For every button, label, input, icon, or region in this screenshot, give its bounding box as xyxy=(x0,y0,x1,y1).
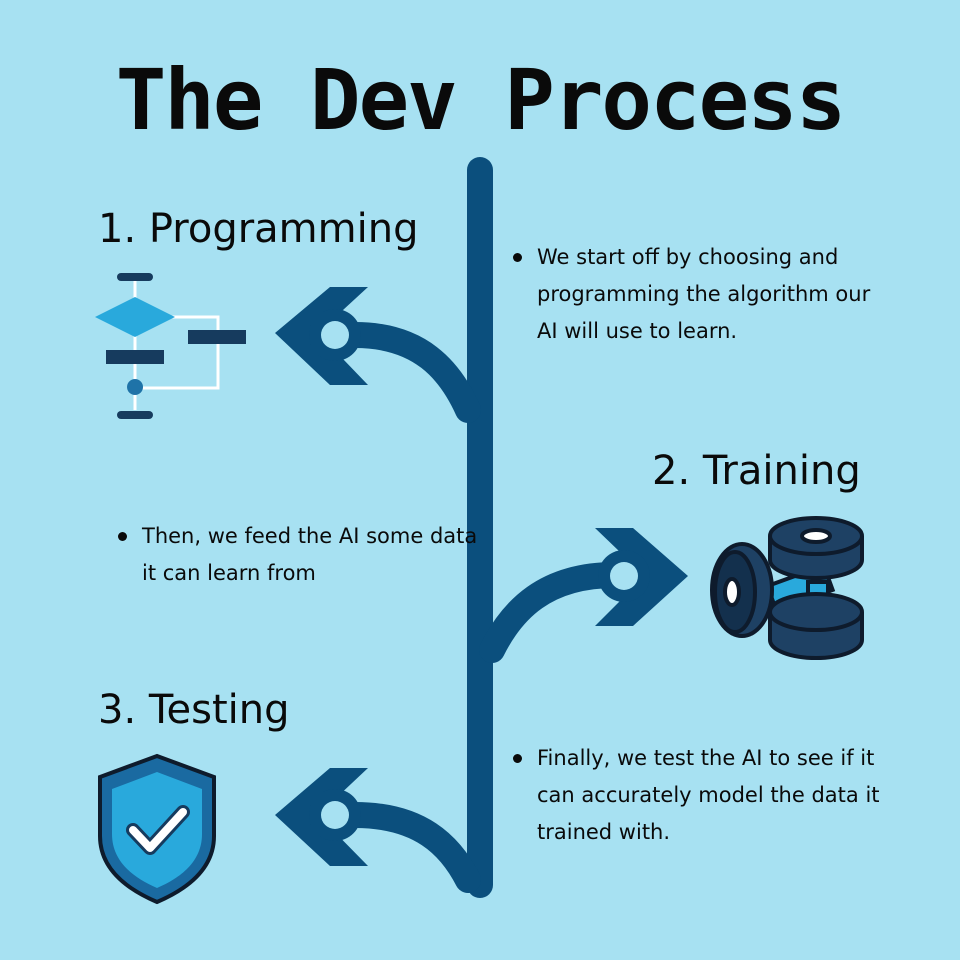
step-training-description: Then, we feed the AI some data it can le… xyxy=(116,518,482,592)
branch-node-icon xyxy=(610,562,638,590)
dumbbell-icon xyxy=(710,516,864,660)
shield-check-icon xyxy=(98,753,216,905)
flowchart-icon xyxy=(95,273,246,419)
step-testing-title: 3. Testing xyxy=(98,687,290,733)
branch-node-icon xyxy=(321,801,349,829)
page-title: The Dev Process xyxy=(115,51,847,149)
branch-training xyxy=(479,528,688,663)
branch-programming xyxy=(275,287,481,423)
branch-testing xyxy=(275,768,481,893)
step-programming-description: We start off by choosing and programming… xyxy=(511,239,887,350)
branch-node-icon xyxy=(321,321,349,349)
step-testing-description: Finally, we test the AI to see if it can… xyxy=(511,740,897,851)
step-training-title: 2. Training xyxy=(652,448,861,494)
step-programming-title: 1. Programming xyxy=(98,206,419,252)
